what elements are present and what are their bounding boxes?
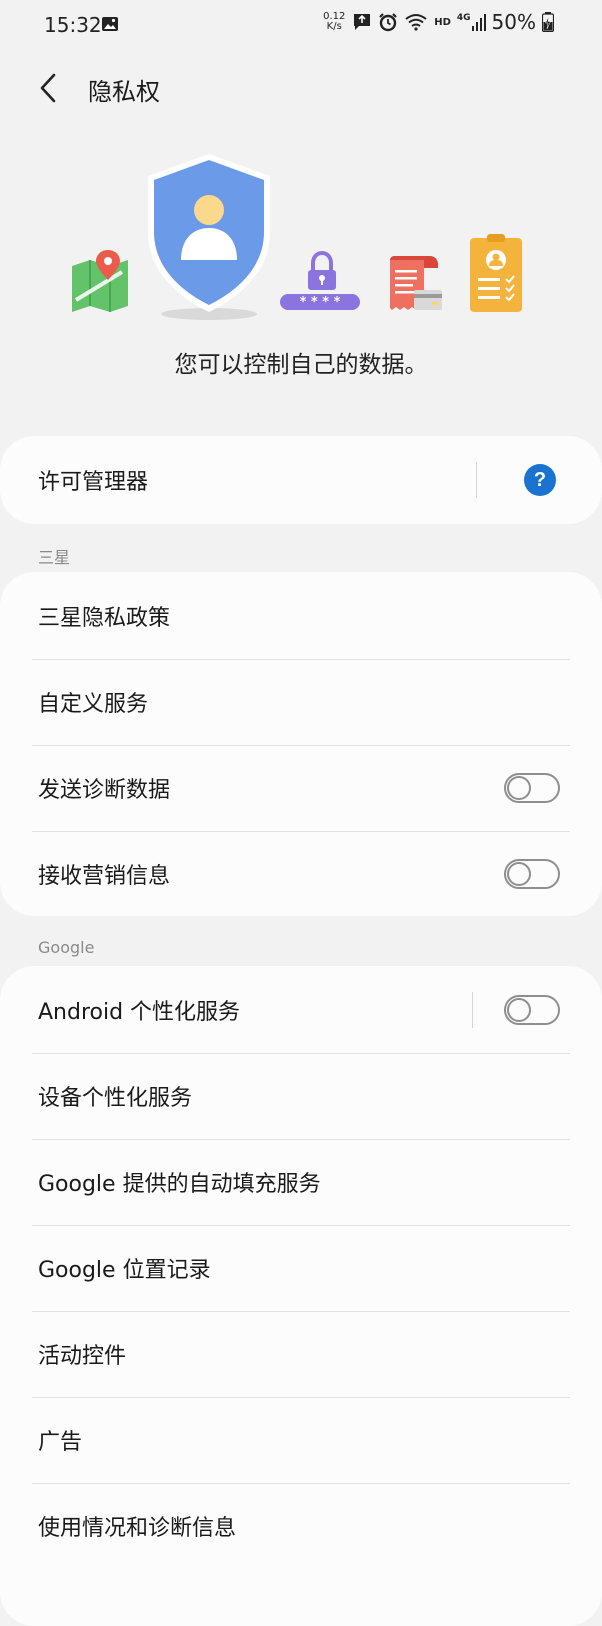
google-autofill-label: Google 提供的自动填充服务 xyxy=(38,1172,321,1197)
battery-percent: 50% xyxy=(491,10,536,34)
status-icons: 0.12 K/s HD 4G 50% xyxy=(322,10,554,34)
usage-diagnostics-row[interactable]: 使用情况和诊断信息 xyxy=(0,1482,602,1570)
google-location-history-row[interactable]: Google 位置记录 xyxy=(0,1224,602,1312)
activity-controls-label: 活动控件 xyxy=(38,1344,127,1369)
signal-indicator: 4G xyxy=(457,13,486,31)
samsung-privacy-policy-row[interactable]: 三星隐私政策 xyxy=(0,572,602,660)
status-bar: 15:32 0.12 K/s HD 4G 50% xyxy=(0,0,602,52)
gallery-icon xyxy=(102,17,118,31)
hd-label: HD xyxy=(434,16,451,28)
google-card: Android 个性化服务 设备个性化服务 Google 提供的自动填充服务 G… xyxy=(0,966,602,1626)
receive-marketing-row[interactable]: 接收营销信息 xyxy=(0,830,602,918)
back-button[interactable] xyxy=(30,68,66,108)
customization-service-row[interactable]: 自定义服务 xyxy=(0,658,602,746)
receive-marketing-toggle[interactable] xyxy=(504,859,560,889)
usage-diagnostics-label: 使用情况和诊断信息 xyxy=(38,1516,237,1541)
map-icon xyxy=(72,250,128,312)
device-personalization-row[interactable]: 设备个性化服务 xyxy=(0,1052,602,1140)
wifi-icon xyxy=(405,14,427,31)
customization-service-label: 自定义服务 xyxy=(38,692,149,717)
ads-row[interactable]: 广告 xyxy=(0,1396,602,1484)
receipt-card-icon xyxy=(390,256,442,310)
signal-type-label: 4G xyxy=(456,13,471,23)
android-personalization-toggle[interactable] xyxy=(504,995,560,1025)
message-icon xyxy=(354,14,371,30)
permission-manager-row[interactable]: 许可管理器 ? xyxy=(0,436,602,524)
toggle-knob xyxy=(507,776,531,800)
android-personalization-row[interactable]: Android 个性化服务 xyxy=(0,966,602,1054)
app-header: 隐私权 xyxy=(0,60,602,116)
signal-icon xyxy=(471,14,486,31)
google-autofill-row[interactable]: Google 提供的自动填充服务 xyxy=(0,1138,602,1226)
net-speed-unit: K/s xyxy=(326,21,342,32)
net-speed: 0.12 K/s xyxy=(322,12,346,32)
battery-charging-icon xyxy=(542,12,554,32)
send-diagnostic-data-label: 发送诊断数据 xyxy=(38,778,171,803)
toggle-knob xyxy=(507,998,531,1022)
permission-manager-card: 许可管理器 ? xyxy=(0,436,602,524)
vertical-divider xyxy=(472,992,473,1028)
toggle-knob xyxy=(507,862,531,886)
google-location-history-label: Google 位置记录 xyxy=(38,1258,211,1283)
android-personalization-label: Android 个性化服务 xyxy=(38,1000,241,1025)
id-badge-icon xyxy=(470,234,522,312)
section-title-samsung: 三星 xyxy=(38,548,71,567)
hero-illustration: * * * * xyxy=(0,150,602,330)
send-diagnostic-data-toggle[interactable] xyxy=(504,773,560,803)
help-icon[interactable]: ? xyxy=(524,464,556,496)
password-mask: * * * * xyxy=(299,295,341,310)
section-title-google: Google xyxy=(38,938,95,957)
page-title: 隐私权 xyxy=(88,78,160,106)
device-personalization-label: 设备个性化服务 xyxy=(38,1086,193,1111)
hero-caption: 您可以控制自己的数据。 xyxy=(174,352,428,378)
samsung-privacy-policy-label: 三星隐私政策 xyxy=(38,606,171,631)
chevron-left-icon xyxy=(40,73,56,103)
send-diagnostic-data-row[interactable]: 发送诊断数据 xyxy=(0,744,602,832)
shield-icon xyxy=(148,154,270,320)
activity-controls-row[interactable]: 活动控件 xyxy=(0,1310,602,1398)
permission-manager-label: 许可管理器 xyxy=(38,470,149,495)
samsung-card: 三星隐私政策 自定义服务 发送诊断数据 接收营销信息 xyxy=(0,572,602,916)
alarm-icon xyxy=(379,13,397,32)
status-time: 15:32 xyxy=(44,13,102,37)
ads-label: 广告 xyxy=(38,1430,83,1455)
receive-marketing-label: 接收营销信息 xyxy=(38,864,171,889)
vertical-divider xyxy=(476,462,477,498)
